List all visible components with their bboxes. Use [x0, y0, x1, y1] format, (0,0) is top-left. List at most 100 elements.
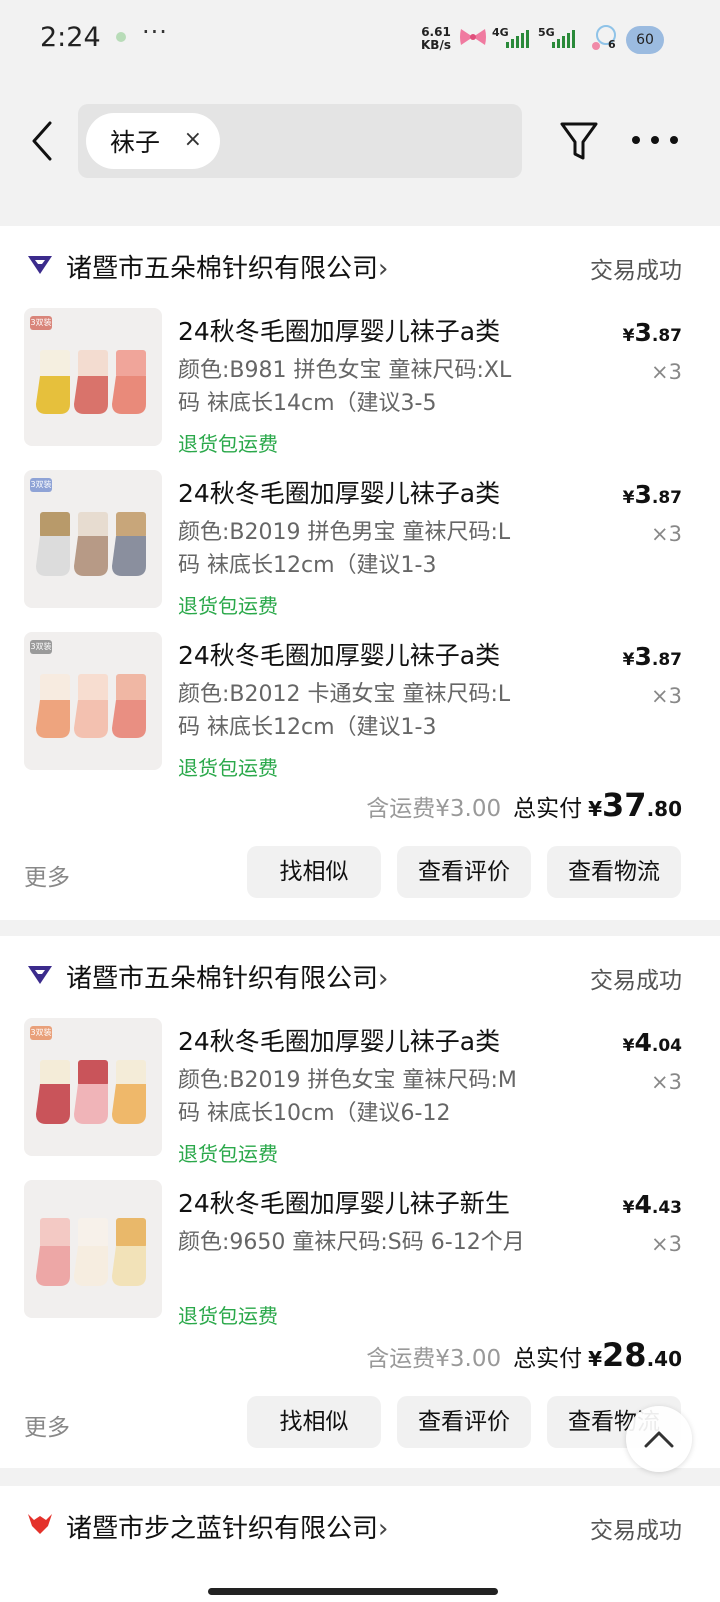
- return-shipping-tag: 退货包运费: [178, 594, 278, 618]
- bow-icon: [460, 29, 486, 45]
- socks-image: [36, 1218, 146, 1286]
- order-status: 交易成功: [590, 258, 682, 284]
- product-spec: 颜色:9650 童袜尺码:S码 6-12个月: [178, 1230, 525, 1255]
- order-total: 含运费¥3.00 总实付 ¥28.40: [366, 1336, 682, 1376]
- order-item[interactable]: 24秋冬毛圈加厚婴儿袜子新生 颜色:9650 童袜尺码:S码 6-12个月 退货…: [0, 1180, 720, 1342]
- signal-4g-bars-icon: [506, 30, 529, 48]
- chevron-right-icon: ›: [378, 1514, 389, 1544]
- return-shipping-tag: 退货包运费: [178, 432, 278, 456]
- signal-5g-bars-icon: [552, 30, 575, 48]
- shop-icon: [28, 966, 52, 984]
- search-keyword-chip[interactable]: 袜子 ×: [86, 113, 220, 169]
- bubble-icon: 6: [588, 24, 620, 56]
- shop-header[interactable]: 诸暨市步之蓝针织有限公司› 交易成功: [0, 1486, 720, 1566]
- product-quantity: ×3: [651, 1070, 682, 1094]
- product-image[interactable]: 3双装: [24, 308, 162, 446]
- filter-button[interactable]: [558, 120, 600, 164]
- order-item[interactable]: 3双装 24秋冬毛圈加厚婴儿袜子a类 颜色:B2012 卡通女宝 童袜尺码:L码…: [0, 632, 720, 794]
- product-title[interactable]: 24秋冬毛圈加厚婴儿袜子新生: [178, 1184, 510, 1220]
- search-header: 袜子 ×: [0, 80, 720, 198]
- chevron-right-icon: ›: [378, 254, 389, 284]
- product-image[interactable]: 3双装: [24, 1018, 162, 1156]
- price-decimal: .04: [651, 1036, 682, 1056]
- chevron-right-icon: ›: [378, 964, 389, 994]
- product-quantity: ×3: [651, 1232, 682, 1256]
- status-more-icon: ···: [142, 18, 168, 46]
- product-title[interactable]: 24秋冬毛圈加厚婴儿袜子a类: [178, 636, 500, 672]
- price-integer: 3: [634, 480, 652, 509]
- more-link[interactable]: 更多: [24, 1408, 70, 1442]
- shop-header[interactable]: 诸暨市五朵棉针织有限公司› 交易成功: [0, 936, 720, 1016]
- total-decimal: .40: [646, 1347, 682, 1371]
- price-symbol: ¥: [622, 1036, 635, 1056]
- notification-icon: [116, 32, 126, 42]
- order-card: 诸暨市五朵棉针织有限公司› 交易成功 3双装 24秋冬毛圈加厚婴儿袜子a类 颜色…: [0, 936, 720, 1468]
- order-item[interactable]: 3双装 24秋冬毛圈加厚婴儿袜子a类 颜色:B2019 拼色男宝 童袜尺码:L码…: [0, 470, 720, 632]
- view-logistics-button[interactable]: 查看物流: [547, 846, 681, 898]
- product-price: ¥3.87: [623, 480, 682, 509]
- product-badge: 3双装: [30, 640, 52, 654]
- dot-icon: [670, 136, 678, 144]
- status-time: 2:24: [40, 22, 101, 53]
- product-badge: 3双装: [30, 1026, 52, 1040]
- find-similar-button[interactable]: 找相似: [247, 846, 381, 898]
- product-spec: 颜色:B2019 拼色男宝 童袜尺码:L码 袜底长12cm（建议1-3: [178, 520, 511, 578]
- filter-icon: [560, 122, 598, 160]
- price-decimal: .87: [651, 488, 682, 508]
- shop-name[interactable]: 诸暨市五朵棉针织有限公司›: [66, 958, 388, 995]
- total-integer: 28: [602, 1336, 647, 1374]
- total-symbol: ¥: [588, 797, 603, 821]
- product-badge: 3双装: [30, 478, 52, 492]
- product-title[interactable]: 24秋冬毛圈加厚婴儿袜子a类: [178, 312, 500, 348]
- shop-name[interactable]: 诸暨市步之蓝针织有限公司›: [66, 1508, 388, 1545]
- total-label: 总实付: [513, 1346, 583, 1372]
- search-keyword-label: 袜子: [110, 128, 161, 157]
- product-price: ¥4.43: [623, 1190, 682, 1219]
- product-image[interactable]: 3双装: [24, 632, 162, 770]
- product-title[interactable]: 24秋冬毛圈加厚婴儿袜子a类: [178, 1022, 500, 1058]
- product-spec: 颜色:B981 拼色女宝 童袜尺码:XL码 袜底长14cm（建议3-5: [178, 358, 512, 416]
- find-similar-button[interactable]: 找相似: [247, 1396, 381, 1448]
- back-arrow-icon: [32, 121, 52, 161]
- network-speed-unit: KB/s: [421, 38, 451, 52]
- dot-icon: [632, 136, 640, 144]
- product-image[interactable]: 3双装: [24, 470, 162, 608]
- view-reviews-button[interactable]: 查看评价: [397, 1396, 531, 1448]
- return-shipping-tag: 退货包运费: [178, 1142, 278, 1166]
- chip-close-icon[interactable]: ×: [184, 129, 202, 151]
- shop-name[interactable]: 诸暨市五朵棉针织有限公司›: [66, 248, 388, 285]
- shop-name-text: 诸暨市五朵棉针织有限公司: [66, 254, 379, 284]
- more-options-button[interactable]: [632, 132, 678, 148]
- order-actions: 更多 找相似 查看评价 查看物流: [0, 1396, 720, 1450]
- order-item[interactable]: 3双装 24秋冬毛圈加厚婴儿袜子a类 颜色:B2019 拼色女宝 童袜尺码:M码…: [0, 1018, 720, 1180]
- shop-header[interactable]: 诸暨市五朵棉针织有限公司› 交易成功: [0, 226, 720, 306]
- search-input[interactable]: 袜子 ×: [78, 104, 522, 178]
- total-amount: ¥37.80: [588, 786, 682, 824]
- order-actions: 更多 找相似 查看评价 查看物流: [0, 846, 720, 900]
- network-speed: 6.61 KB/s: [416, 26, 456, 52]
- shipping-fee: 含运费¥3.00: [366, 796, 502, 822]
- price-symbol: ¥: [622, 488, 635, 508]
- product-spec: 颜色:B2012 卡通女宝 童袜尺码:L码 袜底长12cm（建议1-3: [178, 682, 511, 740]
- shop-name-text: 诸暨市五朵棉针织有限公司: [66, 964, 379, 994]
- product-quantity: ×3: [651, 360, 682, 384]
- price-symbol: ¥: [622, 1198, 635, 1218]
- signal-5g: 5G: [538, 26, 584, 52]
- product-title[interactable]: 24秋冬毛圈加厚婴儿袜子a类: [178, 474, 500, 510]
- shipping-fee: 含运费¥3.00: [366, 1346, 502, 1372]
- order-total: 含运费¥3.00 总实付 ¥37.80: [366, 786, 682, 826]
- status-bar: 2:24 ··· 6.61 KB/s 4G 5G 6 60: [0, 0, 720, 80]
- more-link[interactable]: 更多: [24, 858, 70, 892]
- price-decimal: .87: [651, 326, 682, 346]
- product-image[interactable]: [24, 1180, 162, 1318]
- product-quantity: ×3: [651, 522, 682, 546]
- price-symbol: ¥: [622, 650, 635, 670]
- view-reviews-button[interactable]: 查看评价: [397, 846, 531, 898]
- price-integer: 3: [634, 642, 652, 671]
- order-item[interactable]: 3双装 24秋冬毛圈加厚婴儿袜子a类 颜色:B981 拼色女宝 童袜尺码:XL码…: [0, 308, 720, 470]
- back-button[interactable]: [22, 118, 62, 164]
- total-decimal: .80: [646, 797, 682, 821]
- shop-icon: [28, 1514, 52, 1534]
- scroll-to-top-button[interactable]: [626, 1406, 692, 1472]
- home-indicator[interactable]: [208, 1588, 498, 1595]
